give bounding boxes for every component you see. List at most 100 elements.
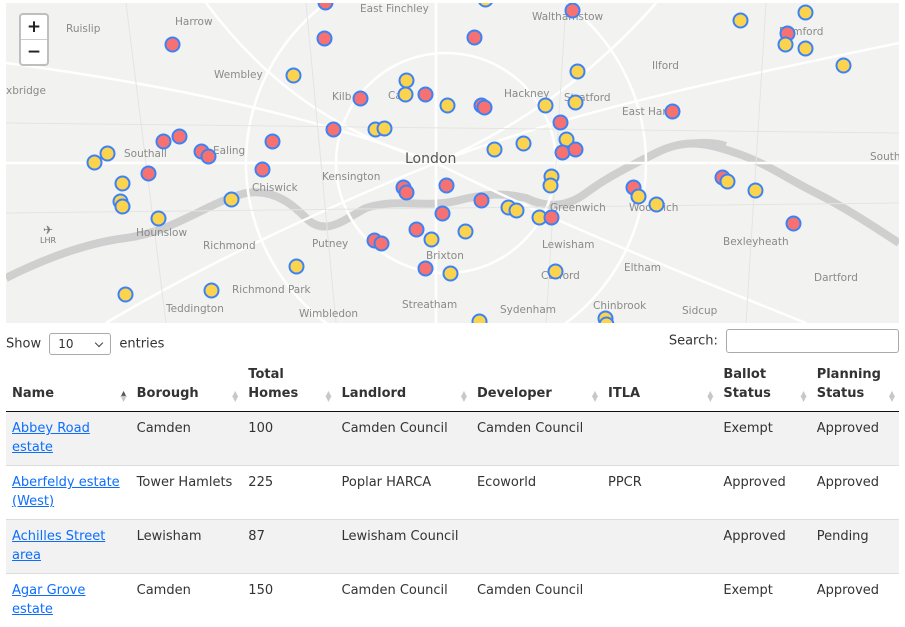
estate-map-marker[interactable] xyxy=(289,259,305,275)
estate-map-marker[interactable] xyxy=(570,64,586,80)
estate-map-marker[interactable] xyxy=(255,162,271,178)
cell-planning-status: Pending xyxy=(811,520,899,574)
column-header-total-homes[interactable]: Total Homes▲▼ xyxy=(242,361,335,412)
estate-map-marker[interactable] xyxy=(141,166,157,182)
estate-map-marker[interactable] xyxy=(568,142,584,158)
estate-map-marker[interactable] xyxy=(649,197,665,213)
map[interactable]: HarrowEast FinchleyWalthamstowRomfordRui… xyxy=(6,3,899,323)
estate-map-marker[interactable] xyxy=(474,193,490,209)
estate-map-marker[interactable] xyxy=(516,136,532,152)
estate-map-marker[interactable] xyxy=(665,104,681,120)
estate-map-marker[interactable] xyxy=(720,174,736,190)
estate-map-marker[interactable] xyxy=(733,13,749,29)
map-place-label: Wembley xyxy=(214,69,263,81)
map-place-label: Harrow xyxy=(175,16,213,28)
cell-borough: Camden xyxy=(131,412,243,466)
estate-map-marker[interactable] xyxy=(443,266,459,282)
estate-name-link[interactable]: Achilles Street area xyxy=(12,529,105,563)
cell-itla xyxy=(602,520,717,574)
estate-map-marker[interactable] xyxy=(786,216,802,232)
estate-map-marker[interactable] xyxy=(424,232,440,248)
estate-name-link[interactable]: Abbey Road estate xyxy=(12,421,90,455)
estate-map-marker[interactable] xyxy=(778,37,794,53)
map-place-label: Richmond Park xyxy=(232,284,311,296)
estate-map-marker[interactable] xyxy=(439,178,455,194)
estate-map-marker[interactable] xyxy=(201,149,217,165)
estate-map-marker[interactable] xyxy=(568,95,584,111)
cell-developer xyxy=(471,520,602,574)
entries-select[interactable]: 10 xyxy=(49,333,111,355)
estate-map-marker[interactable] xyxy=(115,199,131,215)
estate-map-marker[interactable] xyxy=(836,58,852,74)
search-input[interactable] xyxy=(726,329,899,353)
estate-map-marker[interactable] xyxy=(467,30,483,46)
map-place-label: Richmond xyxy=(203,240,256,252)
estate-map-marker[interactable] xyxy=(224,192,240,208)
estate-map-marker[interactable] xyxy=(398,87,414,103)
estate-map-marker[interactable] xyxy=(553,115,569,131)
estate-map-marker[interactable] xyxy=(418,87,434,103)
cell-planning-status: Approved xyxy=(811,574,899,627)
estate-map-marker[interactable] xyxy=(156,134,172,150)
estate-map-marker[interactable] xyxy=(472,314,488,324)
column-header-landlord[interactable]: Landlord▲▼ xyxy=(336,361,471,412)
map-place-label: Ilford xyxy=(652,60,679,72)
estate-map-marker[interactable] xyxy=(538,98,554,114)
estate-map-marker[interactable] xyxy=(548,264,564,280)
column-header-developer[interactable]: Developer▲▼ xyxy=(471,361,602,412)
estate-map-marker[interactable] xyxy=(748,183,764,199)
cell-landlord: Poplar HARCA xyxy=(336,466,471,520)
estate-map-marker[interactable] xyxy=(418,261,434,277)
estate-name-link[interactable]: Aberfeldy estate (West) xyxy=(12,475,120,509)
estate-map-marker[interactable] xyxy=(544,210,560,226)
estate-map-marker[interactable] xyxy=(798,5,814,21)
estate-map-marker[interactable] xyxy=(440,98,456,114)
cell-developer: Ecoworld xyxy=(471,466,602,520)
estate-map-marker[interactable] xyxy=(353,91,369,107)
estate-map-marker[interactable] xyxy=(204,283,220,299)
estate-map-marker[interactable] xyxy=(509,203,525,219)
cell-total-homes: 225 xyxy=(242,466,335,520)
estate-map-marker[interactable] xyxy=(118,287,134,303)
sort-icon: ▲▼ xyxy=(325,391,331,401)
column-header-ballot-status[interactable]: Ballot Status▲▼ xyxy=(717,361,810,412)
estate-map-marker[interactable] xyxy=(326,122,342,138)
estate-map-marker[interactable] xyxy=(165,37,181,53)
estate-map-marker[interactable] xyxy=(565,3,581,19)
estate-map-marker[interactable] xyxy=(115,176,131,192)
map-place-label: South xyxy=(870,151,899,163)
estate-map-marker[interactable] xyxy=(477,100,493,116)
estate-map-marker[interactable] xyxy=(409,222,425,238)
estate-map-marker[interactable] xyxy=(87,155,103,171)
estate-map-marker[interactable] xyxy=(631,189,647,205)
map-place-label: Ruislip xyxy=(66,23,100,35)
cell-itla xyxy=(602,574,717,627)
estate-map-marker[interactable] xyxy=(399,185,415,201)
zoom-in-button[interactable]: + xyxy=(21,15,47,39)
estate-map-marker[interactable] xyxy=(435,206,451,222)
estate-map-marker[interactable] xyxy=(317,31,333,47)
map-place-label: Sydenham xyxy=(500,304,556,316)
sort-icon: ▲▼ xyxy=(592,391,598,401)
cell-planning-status: Approved xyxy=(811,466,899,520)
column-header-itla[interactable]: ITLA▲▼ xyxy=(602,361,717,412)
estate-map-marker[interactable] xyxy=(265,134,281,150)
estate-map-marker[interactable] xyxy=(543,178,559,194)
estate-map-marker[interactable] xyxy=(286,68,302,84)
estate-map-marker[interactable] xyxy=(458,224,474,240)
cell-name: Agar Grove estate xyxy=(6,574,131,627)
column-header-name[interactable]: Name▲▼ xyxy=(6,361,131,412)
entries-value: 10 xyxy=(58,337,73,351)
estate-map-marker[interactable] xyxy=(151,211,167,227)
table-row: Abbey Road estateCamden100Camden Council… xyxy=(6,412,899,466)
estate-map-marker[interactable] xyxy=(487,142,503,158)
estate-map-marker[interactable] xyxy=(377,121,393,137)
estate-map-marker[interactable] xyxy=(374,236,390,252)
estate-map-marker[interactable] xyxy=(798,41,814,57)
estate-map-marker[interactable] xyxy=(172,129,188,145)
zoom-out-button[interactable]: − xyxy=(21,39,47,64)
estate-name-link[interactable]: Agar Grove estate xyxy=(12,583,85,617)
map-place-label: Eltham xyxy=(624,262,661,274)
column-header-planning-status[interactable]: Planning Status▲▼ xyxy=(811,361,899,412)
column-header-borough[interactable]: Borough▲▼ xyxy=(131,361,243,412)
